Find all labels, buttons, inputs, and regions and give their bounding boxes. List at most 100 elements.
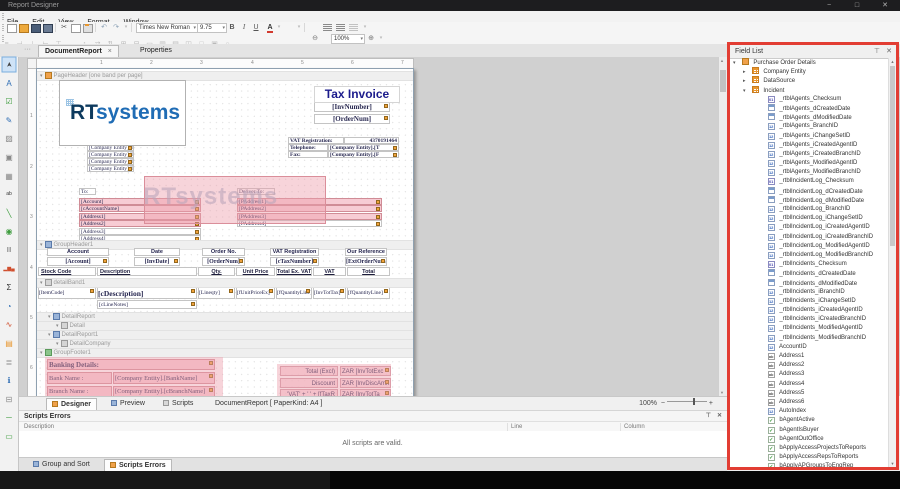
telephone-value[interactable]: [Company Entity].[T xyxy=(328,144,399,151)
minimize-button[interactable]: − xyxy=(820,0,838,11)
field-list-item[interactable]: _rtblIncidentLog_dModifiedDate xyxy=(730,196,889,205)
zoom-slider-thumb[interactable] xyxy=(693,398,695,405)
item-column-header[interactable]: Description xyxy=(97,267,197,276)
fax-value[interactable]: [Company Entity].[F xyxy=(328,151,399,158)
field-list-item[interactable]: AccountID xyxy=(730,343,889,352)
item-column-value[interactable]: [fQuantityLine] xyxy=(276,287,312,299)
item-column-value[interactable]: [ItemCode] xyxy=(38,287,96,299)
field-list-item[interactable]: Address2 xyxy=(730,361,889,370)
field-list-item[interactable]: ▾ Purchase Order Details xyxy=(730,58,889,67)
group-header-caption[interactable]: Account xyxy=(47,248,109,256)
bottom-panel-tab[interactable]: Group and Sort xyxy=(28,459,95,471)
group-header-value[interactable]: [Account] xyxy=(47,257,109,266)
highlight-dropdown-icon[interactable]: ▾ xyxy=(294,23,304,32)
zoom-dropdown-icon[interactable]: ▾ xyxy=(376,34,386,43)
tab-properties[interactable]: Properties xyxy=(134,45,178,57)
to-label[interactable]: To: xyxy=(79,188,96,195)
subreport-tool[interactable]: ▤ xyxy=(1,336,17,351)
field-list-item[interactable]: _rtblIncidentLog_ModifiedBranchID xyxy=(730,251,889,260)
band-detail[interactable]: ▾detailBand1 xyxy=(37,278,413,288)
table-of-contents-tool[interactable]: ≣ xyxy=(1,355,17,370)
group-header-value[interactable]: [InvDate] xyxy=(134,257,180,266)
company-logo[interactable]: RT systems xyxy=(59,80,186,146)
picturebox-tool[interactable]: ▨ xyxy=(1,131,17,146)
field-list-item[interactable]: _rtblAgents_Checksum xyxy=(730,95,889,104)
field-list-item[interactable]: _rtblIncidents_ModifiedAgentID xyxy=(730,324,889,333)
group-header-caption[interactable]: Our Reference xyxy=(345,248,387,256)
zoom-out-icon[interactable]: ⊖ xyxy=(310,34,320,43)
page-info-tool[interactable]: ℹ xyxy=(1,373,17,388)
field-list-item[interactable]: _rtblIncidents_Checksum xyxy=(730,260,889,269)
align-center-icon[interactable] xyxy=(323,24,332,31)
character-comb-tool[interactable]: ab xyxy=(1,187,17,202)
field-list-item[interactable]: Address6 xyxy=(730,398,889,407)
group-header-caption[interactable]: Order No. xyxy=(202,248,245,256)
field-list-item[interactable]: _rtblAgents_dModifiedDate xyxy=(730,113,889,122)
item-column-value[interactable]: [cDescription] xyxy=(97,287,197,299)
save-icon[interactable] xyxy=(31,24,41,33)
item-column-value[interactable]: [Lineqty] xyxy=(198,287,235,299)
field-list-item[interactable]: _rtblAgents_iChangeSetID xyxy=(730,132,889,141)
field-list-item[interactable]: _rtblIncidentLog_BranchID xyxy=(730,205,889,214)
item-column-header[interactable]: VAT xyxy=(313,267,346,276)
line-notes-field[interactable]: [cLineNotes] xyxy=(97,300,197,309)
shape-tool[interactable]: ◉ xyxy=(1,224,17,239)
underline-button[interactable]: U xyxy=(251,23,261,32)
item-column-value[interactable]: [fUnitPriceEx] xyxy=(236,287,275,299)
item-column-value[interactable]: [InvTotTax] xyxy=(313,287,346,299)
line-tool[interactable]: ╲ xyxy=(1,206,17,221)
selection-highlight-rect[interactable] xyxy=(144,176,326,224)
field-list-item[interactable]: bAgentOutOffice xyxy=(730,435,889,444)
item-column-header[interactable]: Total xyxy=(347,267,390,276)
align-dropdown-icon[interactable]: ▾ xyxy=(360,23,370,32)
item-column-header[interactable]: Total Ex. VAT xyxy=(276,267,312,276)
expand-arrow-icon[interactable]: ▸ xyxy=(743,77,750,85)
bold-button[interactable]: B xyxy=(227,23,237,32)
view-tab[interactable]: DocumentReport [ PaperKind: A4 ] xyxy=(210,398,327,410)
barcode-tool[interactable]: ||| xyxy=(1,243,17,258)
item-column-header[interactable]: Stock Code xyxy=(38,267,96,276)
field-list-item[interactable]: ▸ DataSource xyxy=(730,76,889,85)
field-list-item[interactable]: Address5 xyxy=(730,389,889,398)
field-list-item[interactable]: _rtblIncidents_iCreatedAgentID xyxy=(730,306,889,315)
paste-icon[interactable] xyxy=(83,24,93,33)
group-header-value[interactable]: [OrderNum] xyxy=(202,257,245,266)
field-list-item[interactable]: bApplyAccessRepsToReports xyxy=(730,453,889,462)
sparkline-tool[interactable]: ∿ xyxy=(1,317,17,332)
field-list-item[interactable]: _rtblIncidentLog_iCreatedAgentID xyxy=(730,223,889,232)
expand-arrow-icon[interactable]: ▾ xyxy=(743,87,750,95)
field-list-item[interactable]: _rtblAgents_iCreatedBranchID xyxy=(730,150,889,159)
field-list-item[interactable]: _rtblIncidentLog_Checksum xyxy=(730,177,889,186)
field-list-item[interactable]: _rtblIncidentLog_ModifiedAgentID xyxy=(730,242,889,251)
pin-icon[interactable]: ⊤ xyxy=(874,45,880,58)
scroll-down-icon[interactable]: ▼ xyxy=(720,390,724,395)
field-list-item[interactable]: ▾ Incident xyxy=(730,86,889,95)
group-header-value[interactable]: [cTaxNumber] xyxy=(270,257,319,266)
tab-overflow[interactable]: ··· xyxy=(24,46,31,53)
scrollbar-thumb[interactable] xyxy=(720,70,726,92)
checkbox-tool[interactable]: ☑ xyxy=(1,94,17,109)
field-list-item[interactable]: Address4 xyxy=(730,380,889,389)
font-size-combo[interactable]: 9.75 xyxy=(197,23,227,33)
open-folder-icon[interactable] xyxy=(19,24,29,33)
telephone-label[interactable]: Telephone: xyxy=(288,144,328,151)
field-list-item[interactable]: AutoIndex xyxy=(730,407,889,416)
report-title-label[interactable]: Tax Invoice xyxy=(314,86,400,103)
panel-tool[interactable]: ▣ xyxy=(1,150,17,165)
item-column-header[interactable]: Qty. xyxy=(198,267,235,276)
richtext-tool[interactable]: ✎ xyxy=(1,113,17,128)
field-list-item[interactable]: _rtblAgents_iCreatedAgentID xyxy=(730,141,889,150)
field-list-item[interactable]: _rtblAgents_dCreatedDate xyxy=(730,104,889,113)
to-address-field[interactable]: [Address3] xyxy=(79,228,201,235)
field-list-item[interactable]: Address3 xyxy=(730,370,889,379)
font-name-combo[interactable]: Times New Roman xyxy=(136,23,198,33)
tab-close-icon[interactable]: × xyxy=(108,48,112,55)
fax-label[interactable]: Fax: xyxy=(288,151,328,158)
new-report-icon[interactable] xyxy=(7,24,17,33)
zoom-combo[interactable]: 100% xyxy=(331,34,365,44)
field-list-item[interactable]: _rtblAgents_ModifiedAgentID xyxy=(730,159,889,168)
scroll-up-icon[interactable]: ▲ xyxy=(889,59,896,64)
group-header-caption[interactable]: Date xyxy=(134,248,180,256)
maximize-button[interactable]: □ xyxy=(848,0,866,11)
font-color-dropdown-icon[interactable]: ▾ xyxy=(274,23,284,32)
